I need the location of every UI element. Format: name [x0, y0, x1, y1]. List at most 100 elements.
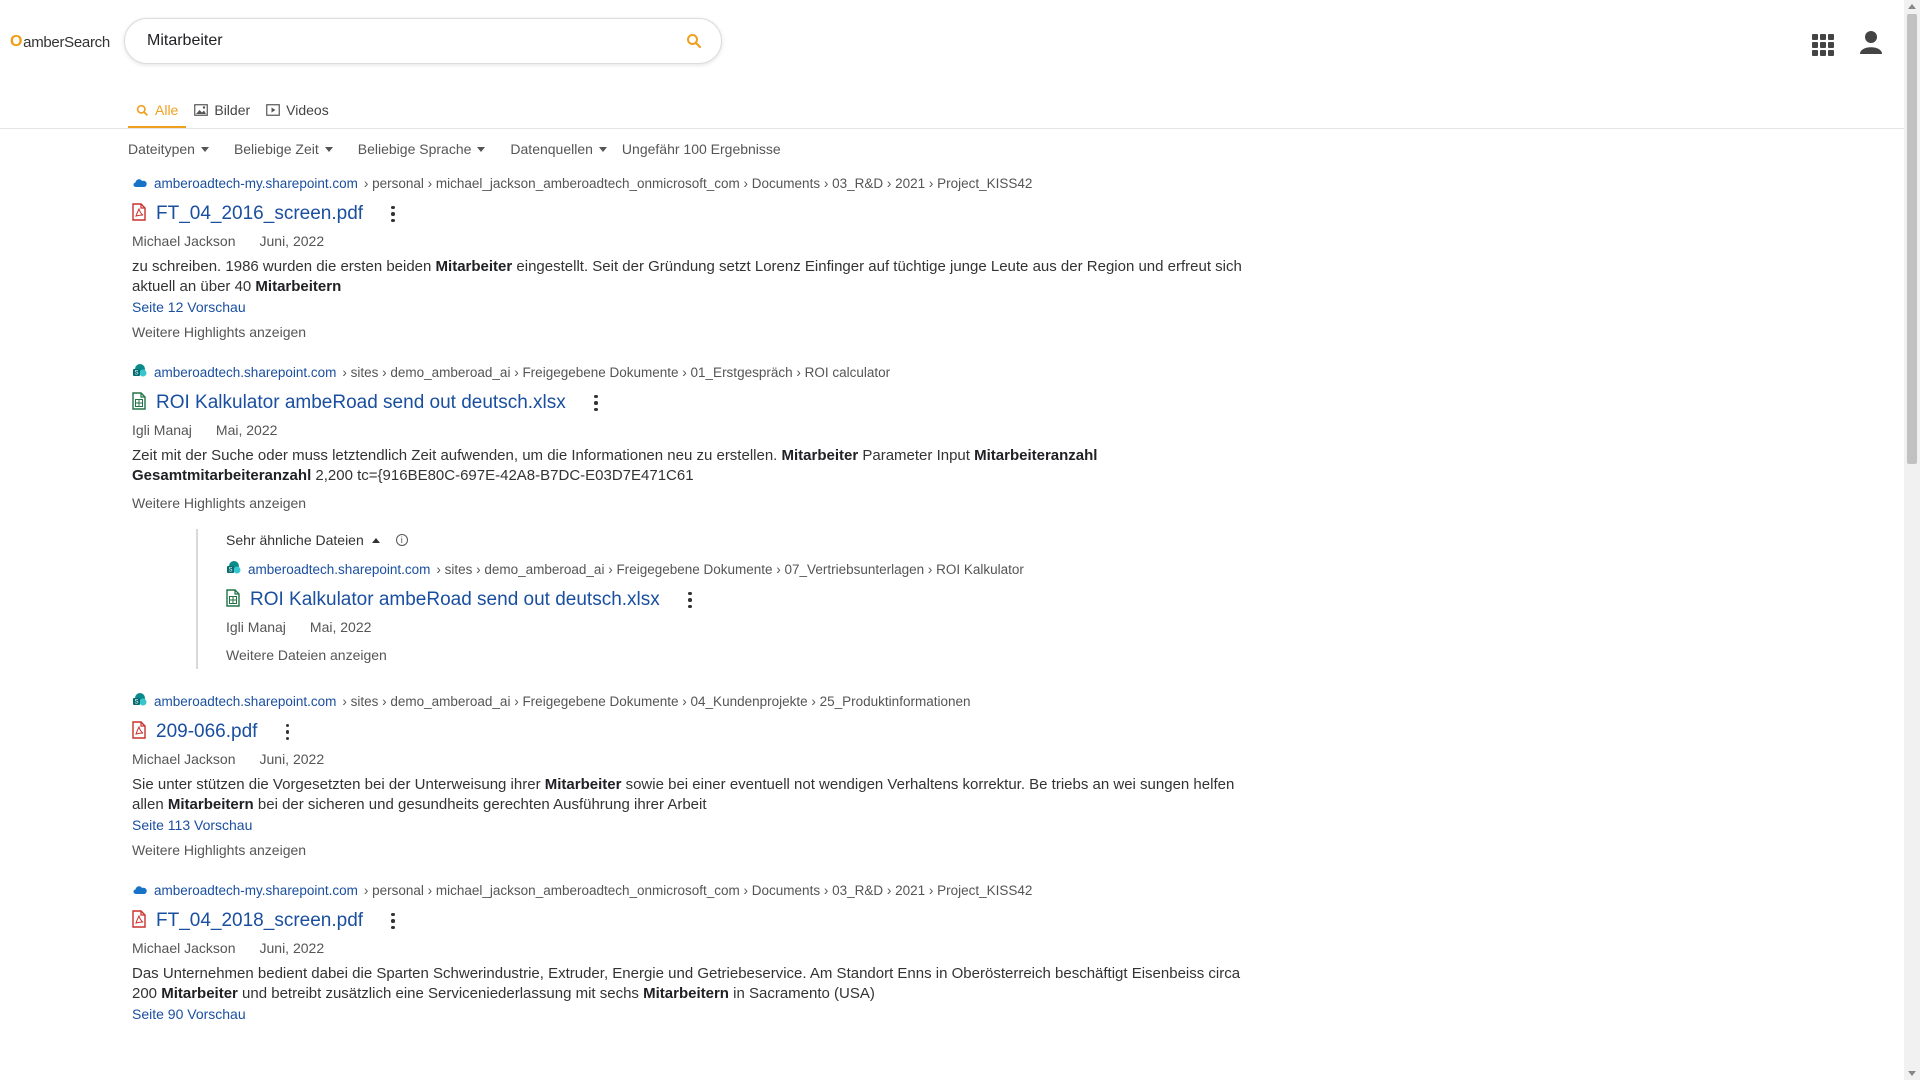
page-preview-link[interactable]: Seite 90 Vorschau	[132, 1006, 1242, 1022]
result-author: Michael Jackson	[132, 233, 236, 249]
result-date: Juni, 2022	[259, 751, 325, 767]
filter-dateitypen[interactable]: Dateitypen	[128, 141, 209, 157]
result-date: Juni, 2022	[259, 233, 325, 249]
search-tabs: Alle Bilder Videos	[128, 94, 337, 129]
tab-bilder[interactable]: Bilder	[186, 94, 258, 126]
info-icon[interactable]: i	[395, 534, 408, 546]
caret-up-icon[interactable]	[371, 537, 380, 543]
app-logo[interactable]: O amberSearch	[10, 33, 110, 51]
user-account-icon[interactable]	[1860, 30, 1882, 59]
similar-files-section: Sehr ähnliche Dateien i Samberoadtech.shar…	[196, 529, 1242, 669]
sharepoint-icon: S	[132, 363, 148, 382]
search-input[interactable]	[145, 31, 685, 51]
search-box	[124, 18, 722, 64]
apps-grid-icon[interactable]	[1812, 33, 1834, 56]
more-options-icon[interactable]	[684, 590, 696, 610]
more-highlights-link[interactable]: Weitere Highlights anzeigen	[132, 495, 1242, 511]
image-icon	[194, 104, 209, 116]
tab-videos[interactable]: Videos	[258, 94, 337, 126]
result-title-link[interactable]: FT_04_2016_screen.pdf	[156, 203, 363, 225]
filter-label: Beliebige Sprache	[357, 141, 472, 157]
more-highlights-link[interactable]: Weitere Highlights anzeigen	[132, 842, 1242, 858]
scroll-up-icon[interactable]	[1908, 4, 1916, 9]
filter-sprache[interactable]: Beliebige Sprache	[358, 141, 486, 157]
result-title-link[interactable]: FT_04_2018_screen.pdf	[156, 910, 363, 932]
filter-datenquellen[interactable]: Datenquellen	[510, 141, 607, 157]
logo-mark: O	[10, 33, 23, 50]
breadcrumb-path: › personal › michael_jackson_amberoadtec…	[363, 175, 1033, 191]
more-options-icon[interactable]	[387, 911, 399, 931]
scrollbar[interactable]	[1904, 0, 1920, 1080]
breadcrumb: Samberoadtech.sharepoint.com › sites › de…	[132, 691, 1242, 711]
page-preview-link[interactable]: Seite 12 Vorschau	[132, 299, 1242, 315]
svg-text:S: S	[134, 370, 138, 376]
scrollbar-thumb[interactable]	[1907, 14, 1917, 464]
more-files-link[interactable]: Weitere Dateien anzeigen	[226, 647, 1242, 663]
result-title-link[interactable]: ROI Kalkulator ambeRoad send out deutsch…	[156, 392, 566, 414]
similar-files-label: Sehr ähnliche Dateien	[226, 532, 364, 548]
breadcrumb: amberoadtech-my.sharepoint.com › personal…	[132, 880, 1242, 900]
source-domain-link[interactable]: amberoadtech.sharepoint.com	[154, 365, 336, 380]
search-icon[interactable]	[685, 32, 703, 50]
search-icon	[136, 104, 149, 116]
result-title-link[interactable]: ROI Kalkulator ambeRoad send out deutsch…	[250, 589, 660, 611]
caret-down-icon	[598, 146, 607, 152]
excel-file-icon	[226, 588, 240, 612]
similar-files-header[interactable]: Sehr ähnliche Dateien i	[226, 529, 1242, 551]
breadcrumb: Samberoadtech.sharepoint.com › sites › de…	[132, 362, 1242, 382]
scroll-down-icon[interactable]	[1908, 1071, 1916, 1076]
search-result: Samberoadtech.sharepoint.com › sites › de…	[132, 691, 1242, 858]
svg-text:S: S	[134, 699, 138, 705]
result-title-row: 209-066.pdf	[132, 719, 1242, 745]
caret-down-icon	[477, 146, 486, 152]
sharepoint-icon: S	[132, 692, 148, 711]
onedrive-icon	[132, 883, 148, 898]
tab-label: Alle	[155, 102, 179, 118]
result-count: Ungefähr 100 Ergebnisse	[621, 141, 781, 157]
source-domain-link[interactable]: amberoadtech-my.sharepoint.com	[154, 176, 358, 191]
result-snippet: zu schreiben. 1986 wurden die ersten bei…	[132, 258, 1242, 295]
result-snippet: Das Unternehmen bedient dabei die Sparte…	[132, 965, 1241, 1002]
breadcrumb-path: › sites › demo_amberoad_ai › Freigegeben…	[436, 561, 1024, 577]
breadcrumb-path: › sites › demo_amberoad_ai › Freigegeben…	[342, 364, 891, 380]
caret-down-icon	[324, 146, 333, 152]
more-options-icon[interactable]	[387, 204, 399, 224]
page-preview-link[interactable]: Seite 113 Vorschau	[132, 817, 1242, 833]
source-domain-link[interactable]: amberoadtech.sharepoint.com	[248, 562, 430, 577]
excel-file-icon	[132, 391, 146, 415]
filter-zeit[interactable]: Beliebige Zeit	[234, 141, 333, 157]
more-options-icon[interactable]	[590, 393, 602, 413]
logo-text: amberSearch	[23, 33, 110, 51]
search-result: Samberoadtech.sharepoint.com › sites › de…	[132, 362, 1242, 669]
more-options-icon[interactable]	[281, 722, 293, 742]
similar-file-item: Samberoadtech.sharepoint.com › sites › de…	[226, 559, 1242, 637]
result-meta: Michael Jackson Juni, 2022	[132, 231, 1242, 251]
more-highlights-link[interactable]: Weitere Highlights anzeigen	[132, 324, 1242, 340]
result-meta: Igli Manaj Mai, 2022	[226, 617, 1242, 637]
filter-label: Dateitypen	[128, 141, 195, 157]
filter-label: Datenquellen	[510, 141, 593, 157]
source-domain-link[interactable]: amberoadtech.sharepoint.com	[154, 694, 336, 709]
tab-label: Bilder	[214, 102, 251, 118]
header-actions	[1812, 30, 1882, 59]
caret-down-icon	[200, 146, 209, 152]
search-result: amberoadtech-my.sharepoint.com › personal…	[132, 880, 1242, 1023]
source-domain-link[interactable]: amberoadtech-my.sharepoint.com	[154, 883, 358, 898]
tab-label: Videos	[286, 102, 329, 118]
result-meta: Igli Manaj Mai, 2022	[132, 420, 1242, 440]
result-author: Igli Manaj	[132, 422, 192, 438]
result-title-link[interactable]: 209-066.pdf	[156, 721, 257, 743]
result-title-row: ROI Kalkulator ambeRoad send out deutsch…	[226, 587, 1242, 613]
tabs-divider	[0, 128, 1904, 129]
result-date: Juni, 2022	[259, 940, 325, 956]
tab-alle[interactable]: Alle	[128, 94, 187, 129]
result-title-row: ROI Kalkulator ambeRoad send out deutsch…	[132, 390, 1242, 416]
video-icon	[266, 104, 281, 116]
svg-text:S: S	[228, 567, 232, 573]
sharepoint-icon: S	[226, 560, 242, 579]
result-title-row: FT_04_2018_screen.pdf	[132, 908, 1242, 934]
result-date: Mai, 2022	[215, 422, 278, 438]
pdf-file-icon	[132, 909, 146, 933]
result-author: Michael Jackson	[132, 940, 236, 956]
result-snippet: Zeit mit der Suche oder muss letztendlic…	[132, 447, 1098, 484]
